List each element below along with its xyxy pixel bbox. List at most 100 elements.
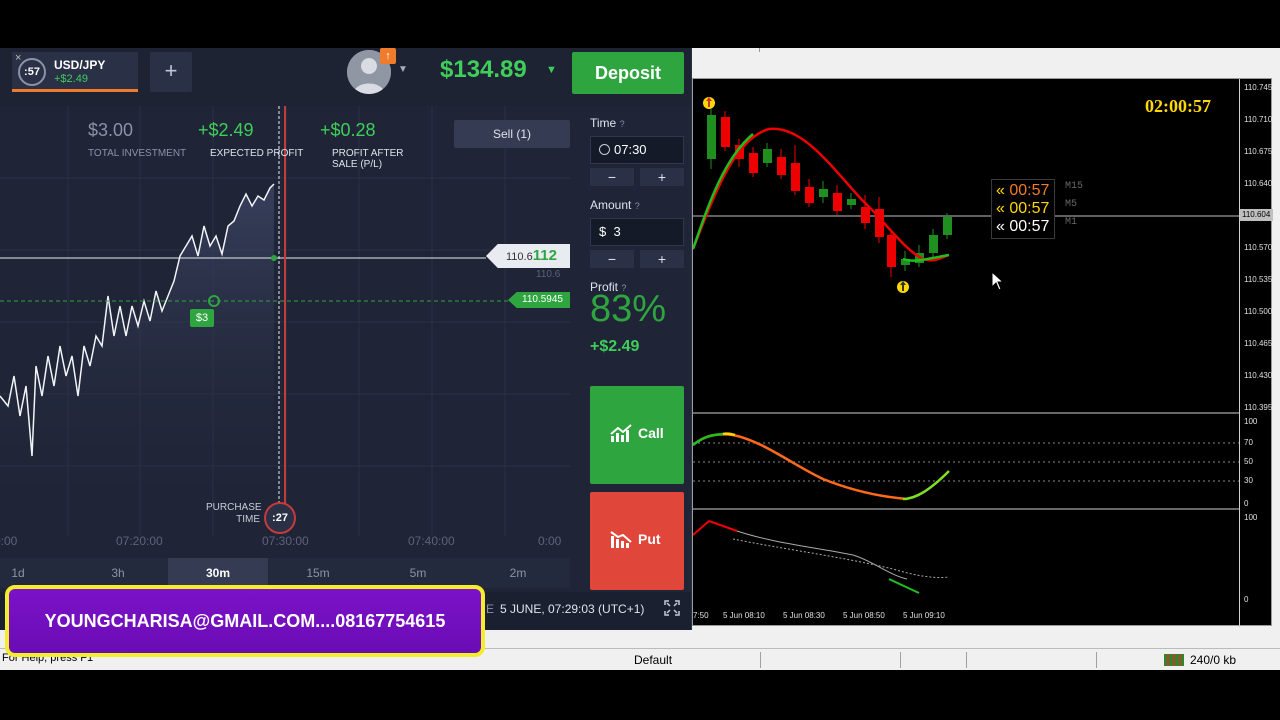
amount-plus-button[interactable]: + [640, 250, 684, 268]
chart-period-selector: 1d 3h 30m 15m 5m 2m [0, 558, 570, 588]
price-tick: 110.395 [1244, 403, 1273, 412]
time-field[interactable]: 07:30 [590, 136, 684, 164]
mt4-chart-tab[interactable] [692, 48, 760, 52]
upgrade-badge-icon: ↑ [380, 48, 396, 64]
total-investment-label: TOTAL INVESTMENT [88, 148, 187, 159]
price-tick: 110.570 [1244, 243, 1273, 252]
call-button[interactable]: Call [590, 386, 684, 484]
purchase-time-label: PURCHASE TIME [206, 502, 262, 525]
screen: 02:00:57 « 00:57 « 00:57 « 00:57 M15 M5 … [0, 0, 1280, 720]
fullscreen-icon[interactable] [664, 600, 680, 616]
time-plus-button[interactable]: + [640, 168, 684, 186]
top-black-strip [0, 0, 1280, 48]
mt4-chart-canvas [693, 97, 1239, 594]
period-3h[interactable]: 3h [68, 558, 168, 588]
put-button[interactable]: Put [590, 492, 684, 590]
status-separator [760, 652, 761, 668]
time-axis-label: 0:00 [0, 534, 18, 548]
currency-symbol: $ [599, 224, 607, 239]
time-tick: 5 Jun 08:10 [723, 611, 765, 620]
trade-panel: Time ? 07:30 − + Amount ? $ 3 − + Profit… [580, 106, 691, 592]
price-tick: 110.675 [1244, 147, 1273, 156]
osc2-tick: 0 [1244, 595, 1249, 604]
timer-value: 00:57 [1009, 182, 1050, 199]
trend-down-icon [610, 531, 632, 548]
amount-field[interactable]: $ 3 [590, 218, 684, 246]
period-1d[interactable]: 1d [0, 558, 68, 588]
amount-minus-button[interactable]: − [590, 250, 634, 268]
current-price-tag: 110.6112 [486, 244, 570, 268]
trade-amount-marker[interactable]: $3 [190, 309, 214, 327]
call-label: Call [638, 425, 664, 441]
purchase-timer: :27 [264, 502, 296, 534]
time-tick: 5 Jun 08:30 [783, 611, 825, 620]
time-tick: 5 Jun 09:10 [903, 611, 945, 620]
candle-timers-box: « 00:57 « 00:57 « 00:57 [991, 179, 1055, 239]
iq-header: × :57 USD/JPY +$2.49 + ↑ ▼ $134.89 ▼ Dep… [0, 48, 691, 106]
account-balance[interactable]: $134.89 [440, 56, 527, 84]
price-tick: 110.640 [1244, 179, 1273, 188]
price-ghost-label: 110.6 [536, 269, 561, 280]
price-suffix: 112 [532, 247, 557, 264]
connection-icon [1164, 654, 1184, 666]
price-tick: 110.535 [1244, 275, 1273, 284]
timer-arrow: « [996, 182, 1005, 199]
profit-after-sale-label: PROFIT AFTER SALE (P/L) [332, 148, 404, 170]
osc1-tick: 0 [1244, 499, 1249, 508]
time-tick: 5 Jun 08:50 [843, 611, 885, 620]
price-chart[interactable]: $3.00 TOTAL INVESTMENT +$2.49 EXPECTED P… [0, 106, 580, 592]
timer-row-m5: « 00:57 [996, 200, 1049, 218]
period-2m[interactable]: 2m [468, 558, 568, 588]
period-15m[interactable]: 15m [268, 558, 368, 588]
profit-after-sale-value: +$0.28 [320, 120, 376, 140]
sell-button[interactable]: Sell (1) [454, 120, 570, 148]
period-30m[interactable]: 30m [168, 558, 268, 588]
asset-name: USD/JPY [54, 58, 106, 72]
time-minus-button[interactable]: − [590, 168, 634, 186]
price-tick: 110.710 [1244, 115, 1273, 124]
current-price-label: 110.604 [1240, 209, 1273, 221]
time-axis: 7:50 5 Jun 08:10 5 Jun 08:30 5 Jun 08:50… [693, 609, 1239, 625]
osc1-tick: 70 [1244, 438, 1253, 447]
amount-value: 3 [613, 224, 621, 239]
price-tick: 110.745 [1244, 83, 1273, 92]
time-value: 07:30 [614, 142, 647, 157]
chevron-down-icon[interactable]: ▼ [398, 64, 408, 75]
total-investment-value: $3.00 [88, 120, 134, 140]
period-5m[interactable]: 5m [368, 558, 468, 588]
timer-row-m1: « 00:57 [996, 218, 1049, 236]
mt4-chart-window[interactable]: 02:00:57 « 00:57 « 00:57 « 00:57 M15 M5 … [692, 78, 1273, 627]
server-datetime: 5 JUNE, 07:29:03 (UTC+1) [500, 602, 645, 616]
time-axis-label: 07:40:00 [408, 534, 455, 548]
profit-percent: 83% [590, 288, 667, 330]
price-chart-canvas [0, 106, 570, 536]
amount-label: Amount ? [590, 198, 640, 212]
time-axis-label: 07:30:00 [262, 534, 309, 548]
iq-option-window: × :57 USD/JPY +$2.49 + ↑ ▼ $134.89 ▼ Dep… [0, 48, 692, 630]
mt4-clock: 02:00:57 [1145, 96, 1211, 116]
profit-amount: +$2.49 [590, 338, 640, 355]
timer-arrow: « [996, 200, 1005, 217]
timer-value: 00:57 [1009, 200, 1050, 217]
asset-tab-usdjpy[interactable]: × :57 USD/JPY +$2.49 [12, 52, 138, 92]
footer-prefix: E [486, 602, 495, 616]
info-icon[interactable]: ? [635, 201, 640, 211]
price-axis: 110.745 110.710 110.675 110.640 110.570 … [1239, 79, 1273, 627]
status-profile: Default [634, 653, 673, 667]
time-tick: 7:50 [693, 611, 709, 620]
candles [707, 109, 952, 277]
mouse-cursor-icon [991, 271, 1005, 291]
status-separator [900, 652, 901, 668]
chevron-down-icon[interactable]: ▼ [546, 64, 557, 76]
add-asset-button[interactable]: + [150, 52, 192, 92]
price-tick: 110.465 [1244, 339, 1273, 348]
time-label: Time ? [590, 116, 625, 130]
time-axis-label: 0:00 [538, 534, 562, 548]
timer-tf-m5: M5 [1065, 199, 1078, 210]
contact-banner: YOUNGCHARISA@GMAIL.COM....08167754615 [5, 585, 485, 657]
info-icon[interactable]: ? [620, 119, 625, 129]
price-tick: 110.500 [1244, 307, 1273, 316]
deposit-button[interactable]: Deposit [572, 52, 684, 94]
status-traffic: 240/0 kb [1190, 653, 1237, 667]
clock-icon [599, 144, 610, 155]
